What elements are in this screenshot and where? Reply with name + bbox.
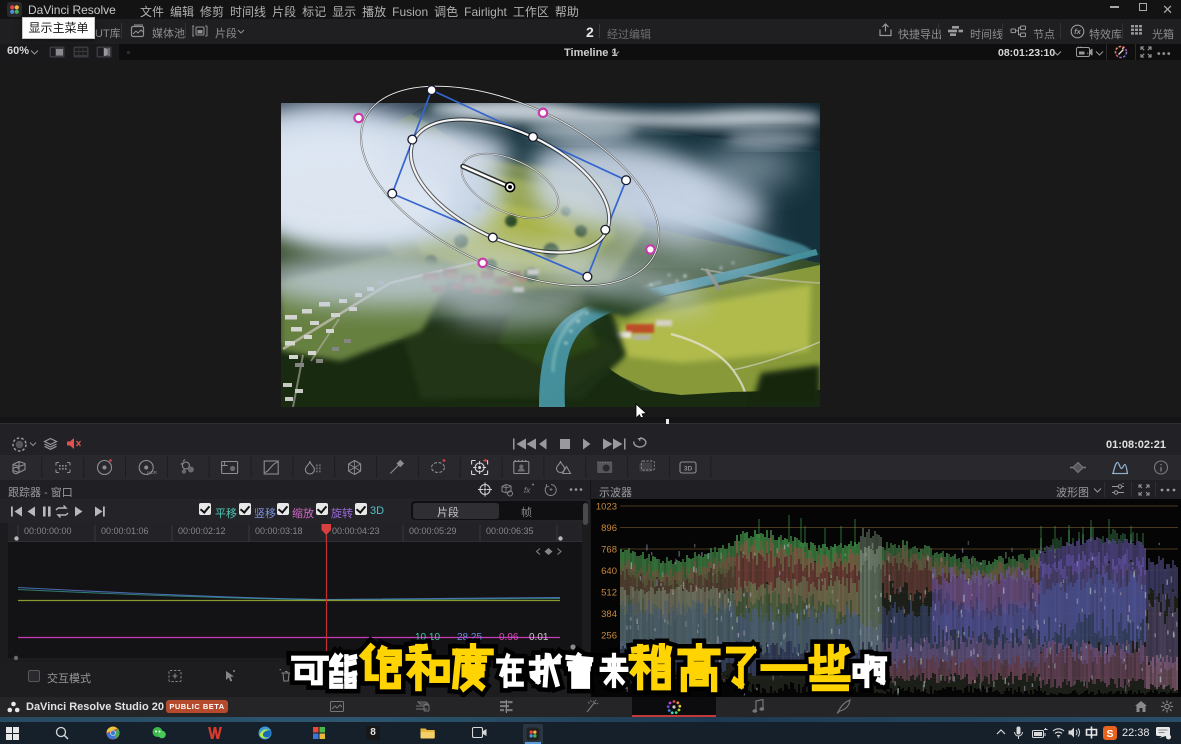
svg-text:S: S	[1106, 728, 1113, 740]
